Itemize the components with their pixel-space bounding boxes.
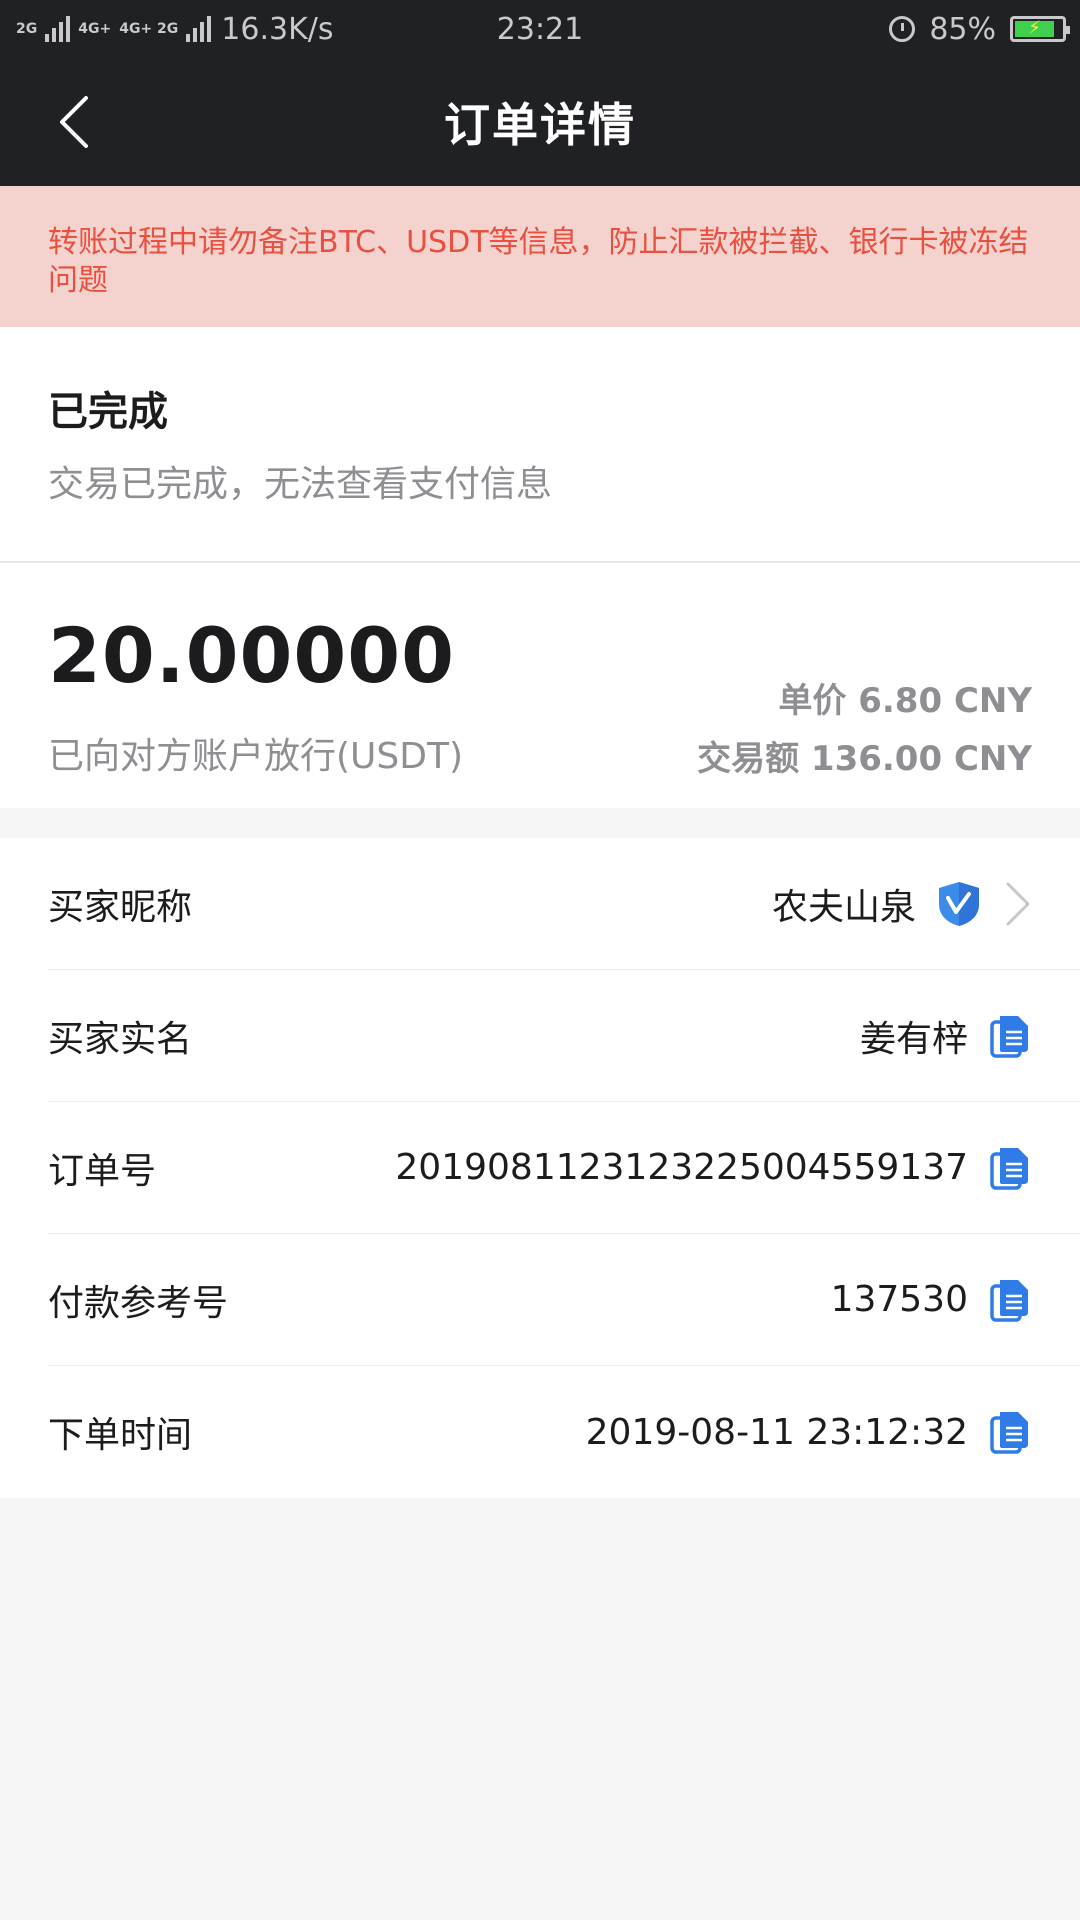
order-status-title: 已完成 [48,389,168,435]
amount-card: 20.00000 已向对方账户放行(USDT) 单价 6.80 CNY 交易额 … [0,563,1080,808]
warning-text: 转账过程中请勿备注BTC、USDT等信息，防止汇款被拦截、银行卡被冻结问题 [48,225,1029,298]
amount-label: 已向对方账户放行(USDT) [48,736,464,777]
row-label: 订单号 [48,1150,157,1192]
order-number: 2019081123123225004559137 [395,1147,968,1188]
copy-icon[interactable] [988,1144,1032,1192]
back-button[interactable] [50,94,106,150]
buyer-realname-row: 买家实名 姜有梓 [48,970,1080,1102]
order-status-card: 已完成 交易已完成，无法查看支付信息 [0,327,1080,563]
order-time: 2019-08-11 23:12:32 [585,1411,968,1453]
network-speed: 16.3K/s [221,11,334,47]
chevron-left-icon [60,96,88,148]
signal-strength-icon [186,16,212,42]
page-title: 订单详情 [444,98,636,152]
row-right: 姜有梓 [860,1010,1032,1062]
status-bar-left: 2G 4G+ 4G+ 2G 16.3K/s [16,12,334,47]
copy-icon[interactable] [988,1276,1032,1324]
order-number-row: 订单号 2019081123123225004559137 [48,1102,1080,1234]
row-label: 买家昵称 [48,886,193,928]
network-type-3: 4G+ 2G [119,20,179,37]
unit-price-label: 单价 [778,681,847,721]
order-status-subtitle: 交易已完成，无法查看支付信息 [48,464,553,505]
nav-bar: 订单详情 [0,58,1080,186]
verified-shield-icon [939,881,979,926]
row-label: 买家实名 [48,1018,193,1060]
signal-indicators: 2G 4G+ 4G+ 2G [16,16,212,42]
battery-icon: ⚡ [1010,16,1070,42]
battery-percent: 85% [929,11,996,47]
network-type-2: 4G+ [78,20,112,37]
battery-fill: ⚡ [1015,17,1055,39]
row-label: 下单时间 [48,1415,193,1456]
warning-banner: 转账过程中请勿备注BTC、USDT等信息，防止汇款被拦截、银行卡被冻结问题 [0,186,1080,327]
buyer-nickname: 农夫山泉 [771,886,916,928]
buyer-realname: 姜有梓 [859,1018,968,1060]
signal-strength-icon [45,16,71,42]
total-value: 136.00 CNY [810,739,1032,779]
unit-price-line: 单价 6.80 CNY [778,673,1032,722]
payment-reference-row: 付款参考号 137530 [48,1234,1080,1366]
payment-reference: 137530 [830,1279,968,1320]
row-right: 农夫山泉 [772,878,1032,930]
row-label: 付款参考号 [48,1282,229,1324]
status-bar: 2G 4G+ 4G+ 2G 16.3K/s 23:21 85% ⚡ [0,0,1080,58]
row-right: 2019081123123225004559137 [395,1144,1032,1192]
charging-icon: ⚡ [1028,17,1041,39]
total-line: 交易额 136.00 CNY [697,731,1032,780]
chevron-right-icon [1006,882,1030,925]
unit-price-value: 6.80 CNY [858,681,1032,721]
total-label: 交易额 [697,739,800,779]
order-time-row: 下单时间 2019-08-11 23:12:32 [48,1366,1080,1498]
row-right: 137530 [831,1276,1032,1324]
buyer-nickname-row[interactable]: 买家昵称 农夫山泉 [48,838,1080,970]
order-details-list: 买家昵称 农夫山泉 买家实名 姜有梓 订单号 20190811231232250… [0,838,1080,1498]
network-type-1: 2G [16,20,38,37]
amount-value: 20.00000 [48,611,456,700]
row-right: 2019-08-11 23:12:32 [586,1408,1032,1456]
copy-icon[interactable] [988,1012,1032,1060]
alarm-icon [889,16,916,42]
status-bar-right: 85% ⚡ [889,11,1070,47]
copy-icon[interactable] [988,1408,1032,1456]
